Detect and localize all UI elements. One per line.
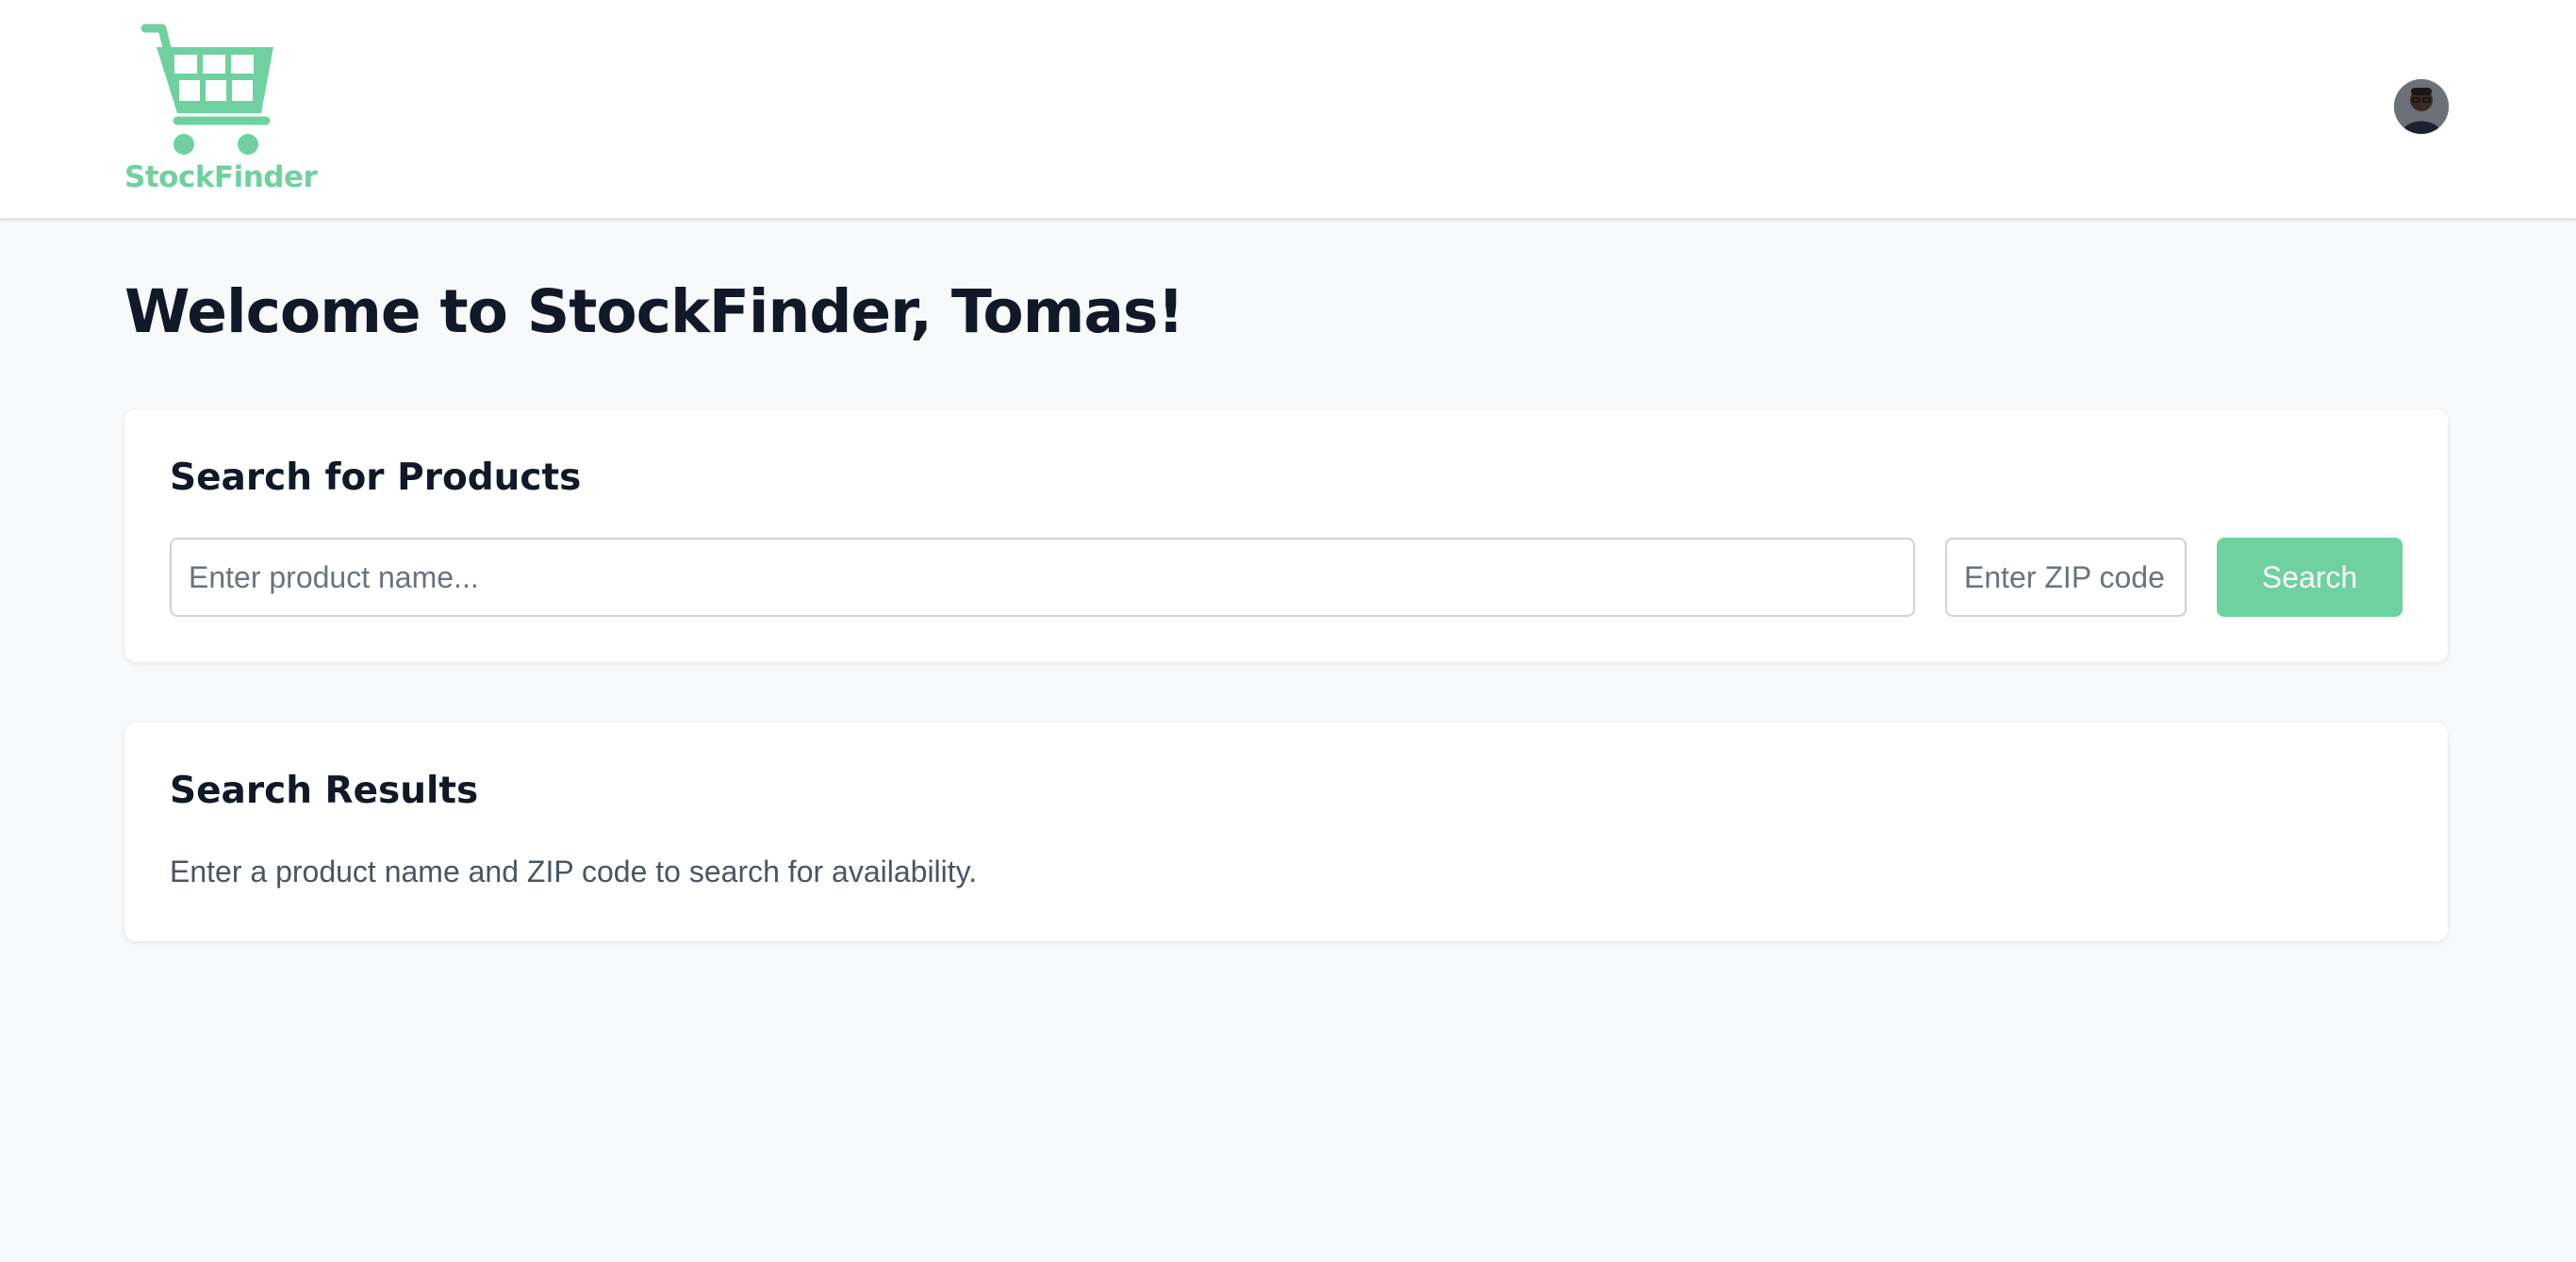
user-avatar[interactable] (2394, 79, 2449, 134)
search-card: Search for Products Search (124, 409, 2448, 662)
top-header: StockFinder (0, 0, 2576, 221)
brand-logo[interactable]: StockFinder (124, 23, 318, 196)
zip-code-input[interactable] (1945, 538, 2187, 617)
avatar-image (2394, 79, 2449, 134)
search-card-title: Search for Products (170, 457, 582, 499)
results-card-title: Search Results (170, 770, 479, 812)
search-button[interactable]: Search (2217, 538, 2403, 617)
product-search-input[interactable] (170, 538, 1915, 617)
results-empty-message: Enter a product name and ZIP code to sea… (170, 855, 978, 888)
results-card: Search Results Enter a product name and … (124, 722, 2448, 941)
brand-name: StockFinder (124, 160, 318, 194)
shopping-cart-icon (140, 24, 273, 155)
page-title: Welcome to StockFinder, Tomas! (124, 277, 1184, 346)
